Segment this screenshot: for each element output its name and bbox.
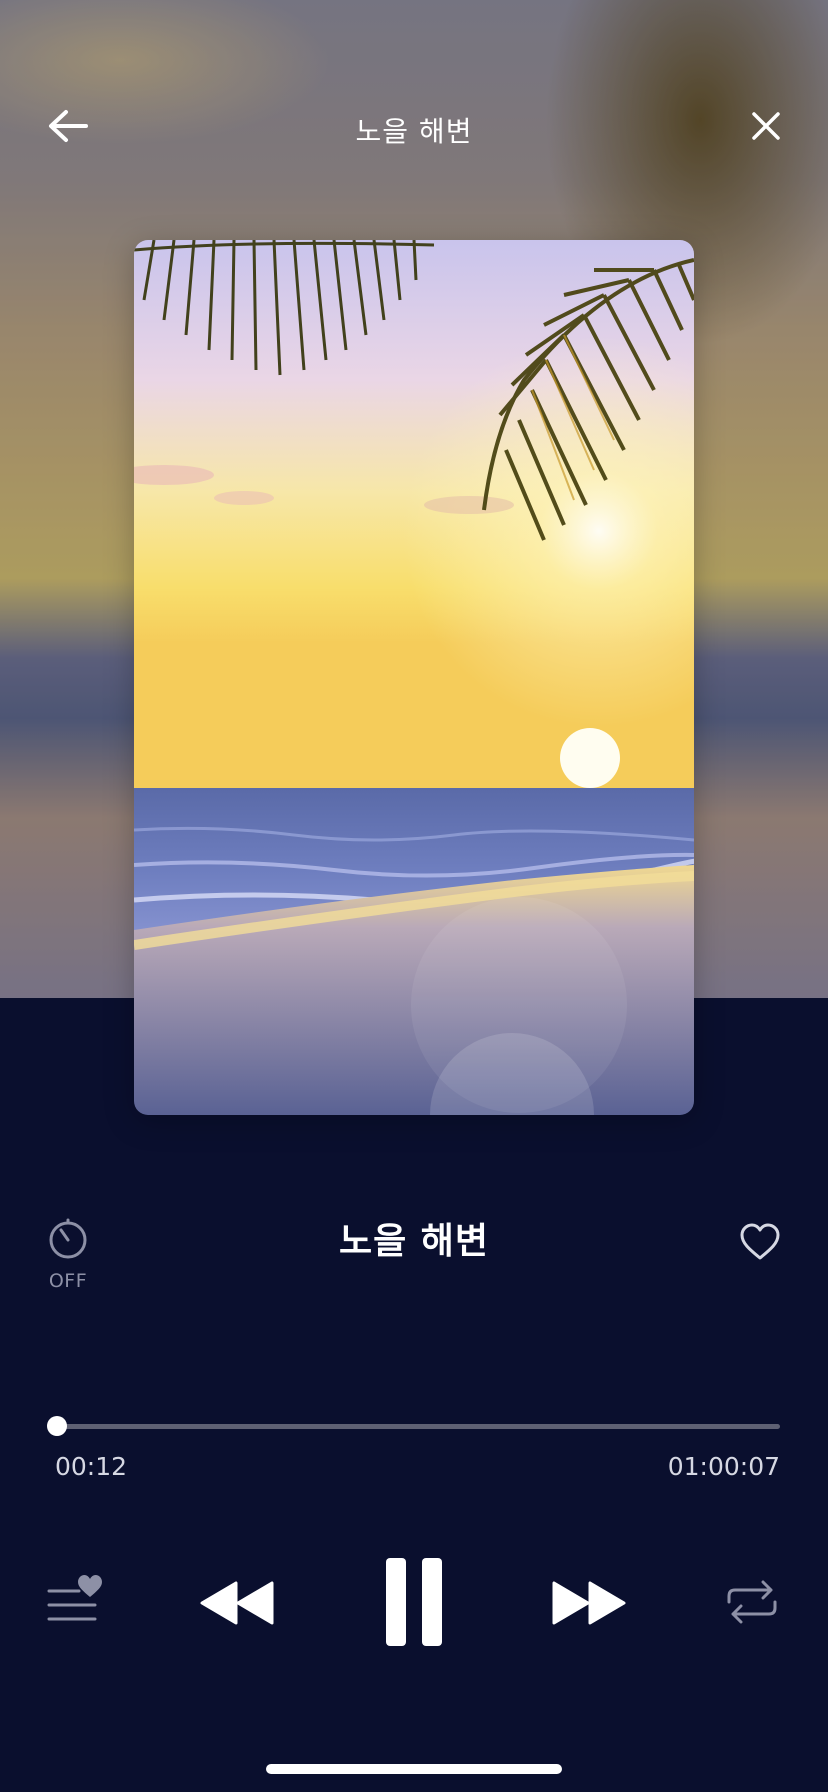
progress-slider[interactable]	[47, 1414, 780, 1438]
progress-track	[55, 1424, 780, 1429]
beach-sunset-artwork	[134, 240, 694, 1115]
favorite-playlist-icon	[45, 1571, 109, 1629]
rewind-button[interactable]	[194, 1578, 278, 1632]
heart-outline-icon	[739, 1223, 781, 1265]
sleep-timer-button[interactable]: OFF	[40, 1218, 96, 1298]
favorite-playlist-button[interactable]	[44, 1572, 110, 1628]
close-icon	[750, 110, 782, 146]
track-title: 노을 해변	[338, 1221, 489, 1262]
header-title: 노을 해변	[355, 115, 473, 148]
album-artwork	[134, 240, 694, 1115]
player-screen: 노을 해변 OFF 노을 해변 00:12 01:00:07	[0, 0, 828, 1792]
rewind-icon	[196, 1579, 276, 1631]
pause-button[interactable]	[380, 1556, 448, 1652]
header: 노을 해변	[0, 90, 828, 164]
repeat-button[interactable]	[724, 1578, 780, 1630]
pause-icon	[384, 1556, 444, 1652]
total-time: 01:00:07	[667, 1452, 780, 1481]
close-button[interactable]	[738, 104, 794, 152]
timer-icon	[47, 1218, 89, 1264]
bottom-panel	[0, 998, 828, 1792]
home-indicator[interactable]	[266, 1764, 562, 1774]
favorite-button[interactable]	[736, 1220, 784, 1268]
progress-knob[interactable]	[47, 1416, 67, 1436]
repeat-icon	[725, 1578, 779, 1630]
fast-forward-icon	[550, 1579, 630, 1631]
timer-label: OFF	[48, 1270, 88, 1292]
elapsed-time: 00:12	[55, 1452, 128, 1481]
fast-forward-button[interactable]	[548, 1578, 632, 1632]
